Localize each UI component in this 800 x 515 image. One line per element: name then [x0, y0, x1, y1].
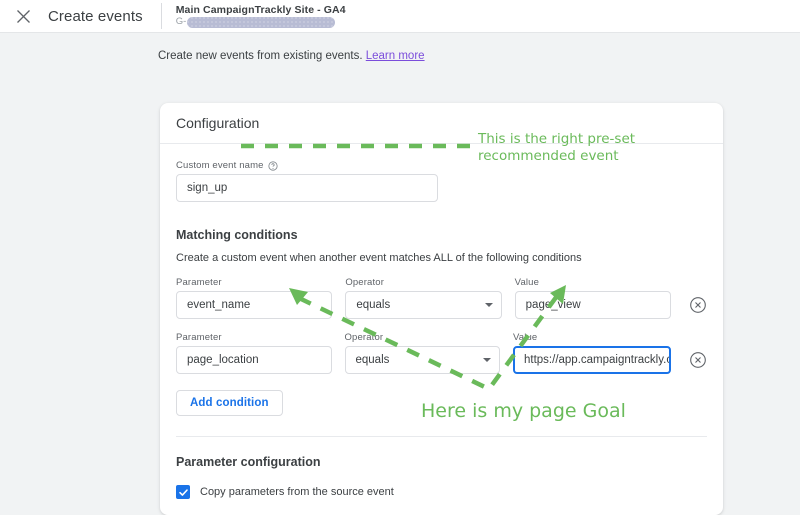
account-id-prefix: G- — [175, 16, 187, 28]
condition-parameter-cell: Parameter page_location — [176, 332, 332, 374]
value-text-1: https://app.campaigntrackly.com/free — [524, 354, 669, 366]
operator-value-1: equals — [355, 354, 390, 366]
matching-conditions-title: Matching conditions — [176, 228, 298, 242]
parameter-input-1[interactable]: page_location — [176, 346, 332, 374]
redacted-measurement-id — [187, 17, 336, 29]
chevron-down-icon — [484, 303, 493, 307]
card-body: Custom event name sign_up Matching condi… — [160, 144, 723, 515]
account-id-row: G- — [175, 16, 346, 29]
value-label: Value — [513, 332, 538, 343]
matching-conditions-description: Create a custom event when another event… — [176, 252, 582, 264]
subtitle-text: Create new events from existing events. — [158, 50, 363, 62]
operator-select-0[interactable]: equals — [345, 291, 502, 319]
custom-event-name-input[interactable]: sign_up — [176, 174, 438, 202]
parameter-label: Parameter — [176, 332, 222, 343]
condition-parameter-cell: Parameter event_name — [176, 277, 333, 319]
parameter-label: Parameter — [176, 277, 222, 288]
help-icon[interactable] — [267, 160, 278, 171]
table-row: Parameter page_location Operator equals … — [176, 332, 707, 374]
page-subtitle: Create new events from existing events. … — [158, 50, 425, 62]
appbar-divider — [160, 3, 162, 29]
card-header-title: Configuration — [176, 115, 260, 131]
page-content: Create new events from existing events. … — [0, 33, 800, 515]
parameter-input-0[interactable]: event_name — [176, 291, 333, 319]
page-title: Create events — [48, 7, 143, 25]
parameter-value-0: event_name — [187, 299, 251, 311]
remove-condition-icon-1[interactable] — [689, 351, 707, 369]
custom-event-name-value: sign_up — [187, 182, 228, 194]
account-name: Main CampaignTrackly Site - GA4 — [175, 3, 346, 16]
operator-label: Operator — [344, 332, 384, 343]
table-row: Parameter event_name Operator equals Val… — [176, 277, 707, 319]
app-bar: Create events Main CampaignTrackly Site … — [0, 0, 800, 33]
copy-parameters-checkbox-row[interactable]: Copy parameters from the source event — [176, 485, 707, 499]
custom-event-name-label-text: Custom event name — [176, 160, 264, 171]
remove-condition-icon-0[interactable] — [689, 296, 707, 314]
configuration-card: Configuration Custom event name sign_up … — [160, 103, 723, 515]
value-label: Value — [514, 277, 539, 288]
learn-more-link[interactable]: Learn more — [366, 50, 425, 62]
value-input-1[interactable]: https://app.campaigntrackly.com/free — [513, 346, 671, 374]
value-input-0[interactable]: page_view — [514, 291, 671, 319]
value-text-0: page_view — [525, 299, 581, 311]
parameter-configuration-title: Parameter configuration — [176, 455, 321, 469]
custom-event-name-label: Custom event name — [176, 160, 707, 171]
copy-parameters-checkbox[interactable] — [176, 485, 190, 499]
add-condition-button[interactable]: Add condition — [176, 390, 283, 416]
condition-operator-cell: Operator equals — [344, 332, 500, 374]
add-condition-wrap: Add condition — [176, 390, 707, 416]
operator-label: Operator — [345, 277, 385, 288]
condition-value-cell: Value page_view — [514, 277, 671, 319]
parameter-value-1: page_location — [187, 354, 259, 366]
account-selector[interactable]: Main CampaignTrackly Site - GA4 G- — [175, 3, 346, 29]
condition-value-cell: Value https://app.campaigntrackly.com/fr… — [513, 332, 671, 374]
operator-select-1[interactable]: equals — [344, 346, 500, 374]
operator-value-0: equals — [356, 299, 391, 311]
section-divider — [176, 436, 707, 437]
close-icon[interactable] — [12, 5, 34, 27]
condition-operator-cell: Operator equals — [345, 277, 502, 319]
card-header: Configuration — [160, 103, 723, 144]
copy-parameters-label: Copy parameters from the source event — [200, 486, 394, 498]
chevron-down-icon — [483, 358, 491, 362]
